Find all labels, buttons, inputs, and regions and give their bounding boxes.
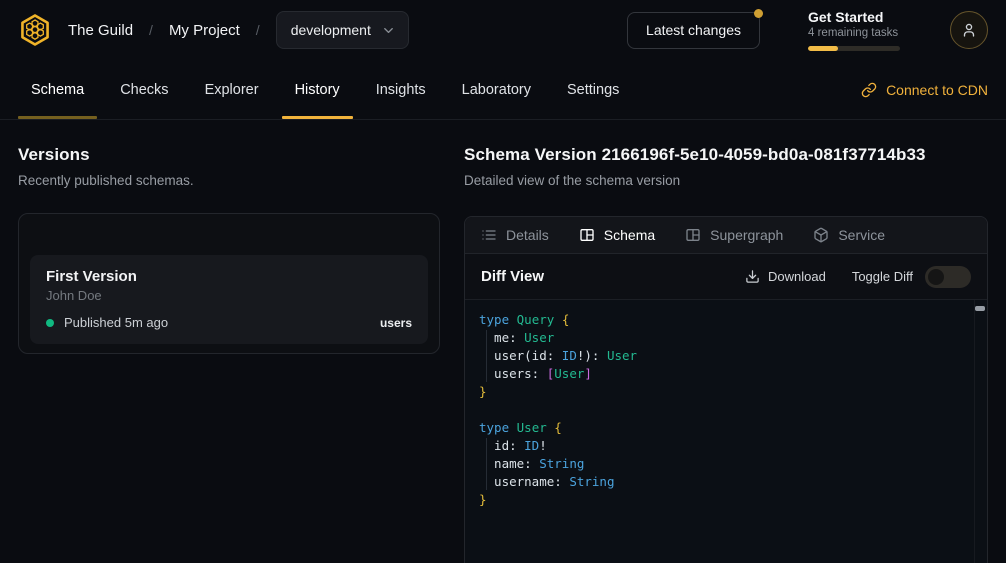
indent-guide bbox=[486, 438, 487, 490]
tab-service-label: Service bbox=[838, 227, 885, 243]
toggle-diff-switch[interactable] bbox=[925, 266, 971, 288]
diff-view-header: Diff View Download Toggle Diff bbox=[465, 254, 987, 300]
breadcrumb: The Guild / My Project / bbox=[68, 22, 260, 39]
get-started-progress-track bbox=[808, 46, 900, 51]
code-line: type User { bbox=[479, 419, 963, 437]
service-name-badge: users bbox=[380, 316, 412, 330]
scrollbar-track bbox=[974, 300, 975, 563]
download-icon bbox=[745, 269, 760, 284]
target-selector-value: development bbox=[291, 22, 371, 38]
code-line: name: String bbox=[479, 455, 963, 473]
get-started-title: Get Started bbox=[808, 9, 900, 25]
link-chain-icon bbox=[861, 82, 877, 98]
code-line: } bbox=[479, 383, 963, 401]
connect-to-cdn-button[interactable]: Connect to CDN bbox=[861, 82, 988, 98]
main-content: Versions Recently published schemas. Fir… bbox=[0, 120, 1006, 563]
get-started-progress-fill bbox=[808, 46, 838, 51]
breadcrumb-project-link[interactable]: My Project bbox=[169, 22, 240, 39]
tab-schema[interactable]: Schema bbox=[579, 227, 655, 243]
columns-icon bbox=[685, 227, 701, 243]
chevron-down-icon bbox=[381, 23, 396, 38]
get-started-widget[interactable]: Get Started 4 remaining tasks bbox=[808, 9, 900, 51]
toggle-diff-label: Toggle Diff bbox=[852, 269, 913, 284]
code-line: me: User bbox=[479, 329, 963, 347]
diff-view-title: Diff View bbox=[481, 268, 544, 285]
indent-guide bbox=[486, 330, 487, 382]
version-list-item[interactable]: First Version John Doe Published 5m ago … bbox=[30, 255, 428, 344]
diff-view-actions: Download Toggle Diff bbox=[745, 266, 971, 288]
version-detail-panel: Details Schema Supergraph bbox=[464, 216, 988, 563]
published-status-text: Published 5m ago bbox=[64, 315, 168, 330]
download-label: Download bbox=[768, 269, 826, 284]
version-author: John Doe bbox=[46, 288, 412, 303]
version-detail-subtitle: Detailed view of the schema version bbox=[464, 173, 988, 188]
versions-subtitle: Recently published schemas. bbox=[18, 173, 440, 188]
version-detail-title: Schema Version 2166196f-5e10-4059-bd0a-0… bbox=[464, 145, 988, 165]
app-header: The Guild / My Project / development Lat… bbox=[0, 0, 1006, 60]
latest-changes-label: Latest changes bbox=[646, 22, 741, 38]
code-line: username: String bbox=[479, 473, 963, 491]
nav-tab-insights[interactable]: Insights bbox=[363, 60, 439, 119]
code-editor[interactable]: type Query { me: User user(id: ID!): Use… bbox=[465, 300, 987, 563]
header-right-cluster: Latest changes Get Started 4 remaining t… bbox=[627, 9, 988, 51]
tab-details-label: Details bbox=[506, 227, 549, 243]
published-status-dot bbox=[46, 319, 54, 327]
connect-to-cdn-label: Connect to CDN bbox=[886, 82, 988, 98]
breadcrumb-separator: / bbox=[256, 22, 260, 38]
nav-tab-history[interactable]: History bbox=[282, 60, 353, 119]
latest-changes-button[interactable]: Latest changes bbox=[627, 12, 760, 49]
code-line bbox=[479, 401, 963, 419]
nav-tab-explorer[interactable]: Explorer bbox=[192, 60, 272, 119]
code-content: type Query { me: User user(id: ID!): Use… bbox=[479, 311, 963, 509]
tab-schema-label: Schema bbox=[604, 227, 655, 243]
target-selector-dropdown[interactable]: development bbox=[276, 11, 409, 49]
notification-dot bbox=[754, 9, 763, 18]
versions-list-card: First Version John Doe Published 5m ago … bbox=[18, 213, 440, 354]
versions-section: Versions Recently published schemas. Fir… bbox=[18, 145, 440, 563]
toggle-diff-group: Toggle Diff bbox=[852, 266, 971, 288]
nav-tab-checks[interactable]: Checks bbox=[107, 60, 181, 119]
user-avatar-button[interactable] bbox=[950, 11, 988, 49]
tab-supergraph-label: Supergraph bbox=[710, 227, 783, 243]
tab-supergraph[interactable]: Supergraph bbox=[685, 227, 783, 243]
get-started-subtitle: 4 remaining tasks bbox=[808, 27, 900, 39]
code-line: id: ID! bbox=[479, 437, 963, 455]
list-icon bbox=[481, 227, 497, 243]
code-line: users: [User] bbox=[479, 365, 963, 383]
breadcrumb-org-link[interactable]: The Guild bbox=[68, 22, 133, 39]
columns-icon bbox=[579, 227, 595, 243]
tab-service[interactable]: Service bbox=[813, 227, 885, 243]
user-icon bbox=[960, 21, 978, 39]
cube-icon bbox=[813, 227, 829, 243]
download-button[interactable]: Download bbox=[745, 269, 826, 284]
tab-details[interactable]: Details bbox=[481, 227, 549, 243]
version-status-row: Published 5m ago users bbox=[46, 315, 412, 330]
primary-nav: Schema Checks Explorer History Insights … bbox=[0, 60, 1006, 120]
nav-tab-settings[interactable]: Settings bbox=[554, 60, 632, 119]
nav-tab-laboratory[interactable]: Laboratory bbox=[449, 60, 544, 119]
scrollbar-thumb[interactable] bbox=[975, 306, 985, 311]
code-line: type Query { bbox=[479, 311, 963, 329]
code-line: user(id: ID!): User bbox=[479, 347, 963, 365]
version-title: First Version bbox=[46, 268, 412, 285]
versions-title: Versions bbox=[18, 145, 440, 165]
version-detail-section: Schema Version 2166196f-5e10-4059-bd0a-0… bbox=[464, 145, 988, 563]
hive-logo[interactable] bbox=[18, 13, 52, 47]
code-line: } bbox=[479, 491, 963, 509]
nav-tab-schema[interactable]: Schema bbox=[18, 60, 97, 119]
breadcrumb-separator: / bbox=[149, 22, 153, 38]
toggle-knob bbox=[928, 269, 944, 285]
schema-view-tabs: Details Schema Supergraph bbox=[465, 217, 987, 254]
